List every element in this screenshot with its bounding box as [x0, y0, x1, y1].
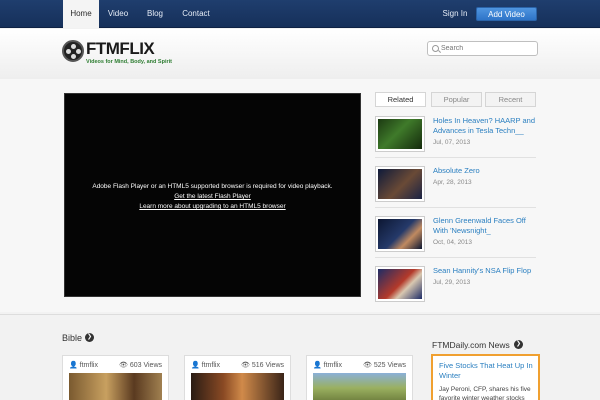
- card-views: 👁 516 Views: [240, 362, 284, 369]
- related-item[interactable]: Absolute Zero Apr, 28, 2013: [375, 166, 536, 208]
- video-thumbnail[interactable]: [375, 266, 425, 302]
- card-author: 👤 ftmflix: [313, 362, 342, 369]
- video-thumbnail[interactable]: [69, 373, 162, 400]
- sign-in-link[interactable]: Sign In: [437, 0, 473, 28]
- arrow-right-icon[interactable]: ❯: [514, 340, 523, 349]
- video-tabs: Related Popular Recent: [375, 92, 536, 107]
- related-item-title[interactable]: Absolute Zero: [433, 166, 536, 176]
- nav-contact[interactable]: Contact: [176, 0, 216, 28]
- section-divider: [0, 314, 600, 315]
- flash-player-link[interactable]: Get the latest Flash Player: [65, 192, 360, 202]
- related-item[interactable]: Sean Hannity's NSA Flip Flop Jul, 29, 20…: [375, 266, 536, 308]
- site-logo[interactable]: FTMFLIX Videos for Mind, Body, and Spiri…: [62, 39, 172, 68]
- flash-message-text: Adobe Flash Player or an HTML5 supported…: [92, 183, 333, 190]
- search-input[interactable]: [441, 43, 535, 54]
- card-views: 👁 603 Views: [118, 362, 162, 369]
- video-thumbnail[interactable]: [313, 373, 406, 400]
- views-count: 603 Views: [129, 362, 162, 369]
- author-name: ftmflix: [201, 362, 220, 369]
- related-item[interactable]: Glenn Greenwald Faces Off With 'Newsnigh…: [375, 216, 536, 258]
- film-reel-icon: [62, 40, 84, 62]
- top-navbar: Home Video Blog Contact Sign In Add Vide…: [0, 0, 600, 28]
- news-section-title[interactable]: FTMDaily.com News: [432, 340, 510, 350]
- video-thumbnail[interactable]: [375, 216, 425, 252]
- logo-tagline: Videos for Mind, Body, and Spirit: [86, 59, 172, 65]
- bible-section-title[interactable]: Bible: [62, 333, 82, 343]
- news-excerpt: Jay Peroni, CFP, shares his five favorit…: [439, 386, 531, 400]
- related-item-date: Oct, 04, 2013: [433, 239, 473, 246]
- html5-browser-link[interactable]: Learn more about upgrading to an HTML5 b…: [65, 202, 360, 212]
- video-player[interactable]: Adobe Flash Player or an HTML5 supported…: [64, 93, 361, 297]
- related-item-title[interactable]: Holes In Heaven? HAARP and Advances in T…: [433, 116, 536, 136]
- card-author: 👤 ftmflix: [69, 362, 98, 369]
- tab-related[interactable]: Related: [375, 92, 426, 107]
- related-item-date: Apr, 28, 2013: [433, 179, 472, 186]
- related-item-date: Jul, 29, 2013: [433, 279, 471, 286]
- card-views: 👁 525 Views: [362, 362, 406, 369]
- tab-recent[interactable]: Recent: [485, 92, 536, 107]
- views-count: 516 Views: [251, 362, 284, 369]
- related-item-title[interactable]: Glenn Greenwald Faces Off With 'Newsnigh…: [433, 216, 536, 236]
- nav-blog[interactable]: Blog: [139, 0, 171, 28]
- search-icon: [432, 45, 439, 52]
- video-card[interactable]: 👤 ftmflix 👁 603 Views: [62, 355, 169, 400]
- video-thumbnail[interactable]: [375, 116, 425, 152]
- arrow-right-icon[interactable]: ❯: [85, 333, 94, 342]
- related-item-date: Jul, 07, 2013: [433, 139, 471, 146]
- video-thumbnail[interactable]: [375, 166, 425, 202]
- search-box[interactable]: [427, 41, 538, 56]
- tab-popular[interactable]: Popular: [431, 92, 482, 107]
- news-box: Five Stocks That Heat Up In Winter Jay P…: [431, 354, 540, 400]
- flash-message: Adobe Flash Player or an HTML5 supported…: [65, 182, 360, 212]
- nav-video[interactable]: Video: [102, 0, 134, 28]
- views-count: 525 Views: [373, 362, 406, 369]
- card-author: 👤 ftmflix: [191, 362, 220, 369]
- video-card[interactable]: 👤 ftmflix 👁 525 Views: [306, 355, 413, 400]
- related-item[interactable]: Holes In Heaven? HAARP and Advances in T…: [375, 116, 536, 158]
- logo-name: FTMFLIX: [86, 39, 155, 58]
- nav-home[interactable]: Home: [63, 0, 99, 28]
- author-name: ftmflix: [79, 362, 98, 369]
- video-thumbnail[interactable]: [191, 373, 284, 400]
- author-name: ftmflix: [323, 362, 342, 369]
- related-item-title[interactable]: Sean Hannity's NSA Flip Flop: [433, 266, 536, 276]
- add-video-button[interactable]: Add Video: [476, 7, 537, 21]
- video-card[interactable]: 👤 ftmflix 👁 516 Views: [184, 355, 291, 400]
- news-headline[interactable]: Five Stocks That Heat Up In Winter: [439, 361, 535, 381]
